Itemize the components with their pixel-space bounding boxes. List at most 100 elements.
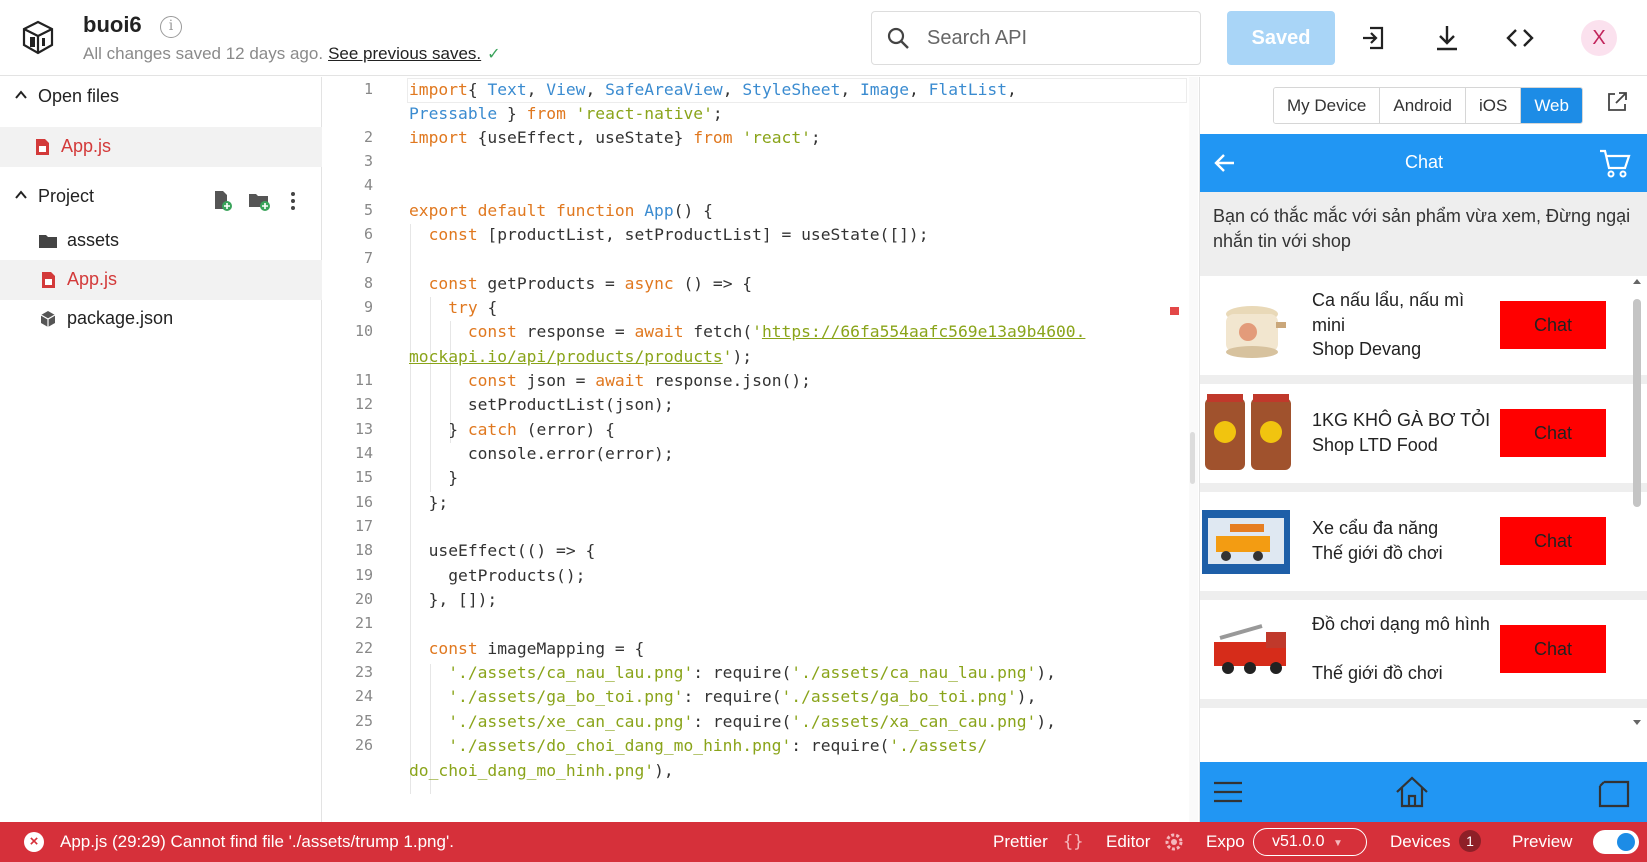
open-file-item[interactable]: App.js bbox=[0, 127, 322, 167]
see-previous-saves-link[interactable]: See previous saves. bbox=[328, 44, 481, 63]
line-number: 3 bbox=[363, 152, 373, 170]
product-image-crane-truck bbox=[1202, 510, 1290, 574]
editor-label[interactable]: Editor bbox=[1106, 832, 1150, 852]
import-icon[interactable] bbox=[1358, 22, 1390, 54]
expo-label[interactable]: Expo bbox=[1206, 832, 1245, 852]
product-card: Xe cẩu đa năng Thế giới đồ chơi Chat bbox=[1200, 492, 1647, 591]
error-icon[interactable]: × bbox=[24, 832, 44, 852]
search-box[interactable] bbox=[871, 11, 1201, 65]
check-icon: ✓ bbox=[487, 46, 501, 63]
line-number: 13 bbox=[354, 420, 373, 438]
save-status: All changes saved 12 days ago. See previo… bbox=[83, 44, 501, 64]
line-number: 23 bbox=[354, 663, 373, 681]
new-folder-icon[interactable] bbox=[248, 190, 270, 212]
line-number: 20 bbox=[354, 590, 373, 608]
chat-button[interactable]: Chat bbox=[1500, 625, 1606, 673]
code-line: import {useEffect, useState} from 'react… bbox=[409, 128, 821, 147]
line-number: 19 bbox=[354, 566, 373, 584]
chat-button[interactable]: Chat bbox=[1500, 517, 1606, 565]
line-number: 4 bbox=[363, 176, 373, 194]
open-files-section-header[interactable]: Open files bbox=[0, 77, 322, 117]
product-image-hotpot bbox=[1226, 306, 1286, 358]
preview-scrollbar-thumb[interactable] bbox=[1633, 299, 1641, 507]
code-line: './assets/ga_bo_toi.png': require('./ass… bbox=[409, 687, 1037, 706]
line-number: 10 bbox=[354, 322, 373, 340]
file-item-package-json[interactable]: package.json bbox=[0, 299, 322, 339]
code-line: } catch (error) { bbox=[409, 420, 615, 439]
more-options-icon[interactable] bbox=[287, 190, 299, 212]
avatar[interactable]: X bbox=[1581, 20, 1617, 56]
open-files-label: Open files bbox=[38, 86, 120, 106]
sdk-version-select[interactable]: v51.0.0 ▼ bbox=[1253, 828, 1367, 856]
chat-button[interactable]: Chat bbox=[1500, 301, 1606, 349]
file-item-label: package.json bbox=[67, 308, 174, 328]
line-number: 9 bbox=[363, 298, 373, 316]
line-number: 15 bbox=[354, 468, 373, 486]
code-line: try { bbox=[448, 298, 498, 317]
code-line: Pressable } from 'react-native'; bbox=[409, 104, 723, 123]
product-shop: Thế giới đồ chơi bbox=[1312, 663, 1443, 683]
code-line: './assets/xe_can_cau.png': require('./as… bbox=[409, 712, 1056, 731]
save-status-text: All changes saved 12 days ago. bbox=[83, 44, 324, 63]
code-line: useEffect(() => { bbox=[409, 541, 596, 560]
js-file-icon bbox=[36, 139, 49, 155]
tab-android[interactable]: Android bbox=[1380, 88, 1466, 123]
gear-icon[interactable] bbox=[1164, 832, 1184, 852]
code-line: const response = await fetch('https://66… bbox=[467, 322, 1086, 341]
file-item-appjs[interactable]: App.js bbox=[0, 260, 322, 300]
line-number: 22 bbox=[354, 639, 373, 657]
saved-button[interactable]: Saved bbox=[1227, 11, 1335, 65]
new-file-icon[interactable] bbox=[212, 190, 234, 212]
tab-web[interactable]: Web bbox=[1521, 88, 1582, 123]
line-number: 17 bbox=[354, 517, 373, 535]
code-line: getProducts(); bbox=[409, 566, 586, 585]
product-name: Ca nấu lẩu, nấu mì mini bbox=[1312, 290, 1465, 335]
code-line: console.error(error); bbox=[409, 444, 674, 463]
menu-icon[interactable] bbox=[1210, 774, 1246, 810]
download-icon[interactable] bbox=[1431, 22, 1463, 54]
tab-my-device[interactable]: My Device bbox=[1274, 88, 1381, 123]
cart-icon[interactable] bbox=[1598, 146, 1632, 180]
product-card: 1KG KHÔ GÀ BƠ TỎI Shop LTD Food Chat bbox=[1200, 384, 1647, 483]
return-icon[interactable] bbox=[1596, 774, 1632, 810]
product-image-dried-chicken bbox=[1205, 394, 1291, 470]
home-icon[interactable] bbox=[1394, 774, 1430, 810]
preview-panel: My Device Android iOS Web Chat Bạn có th… bbox=[1199, 77, 1647, 822]
line-number: 21 bbox=[354, 614, 373, 632]
prettier-braces-icon[interactable]: {} bbox=[1063, 832, 1083, 852]
code-line: const json = await response.json(); bbox=[467, 371, 811, 390]
code-line: import{ Text, View, SafeAreaView, StyleS… bbox=[409, 80, 1017, 99]
file-item-assets[interactable]: assets bbox=[0, 221, 322, 261]
status-bar: × App.js (29:29) Cannot find file './ass… bbox=[0, 822, 1647, 862]
preview-toggle[interactable] bbox=[1593, 830, 1639, 854]
project-label: Project bbox=[38, 186, 95, 206]
search-input[interactable] bbox=[927, 12, 1187, 64]
code-editor[interactable]: 1 2 3 4 5 6 7 8 9 10 11 12 13 14 15 16 1… bbox=[323, 77, 1198, 822]
project-title[interactable]: buoi6 bbox=[83, 12, 142, 38]
product-shop: Thế giới đồ chơi bbox=[1312, 543, 1443, 563]
tab-ios[interactable]: iOS bbox=[1465, 88, 1522, 123]
code-line: } bbox=[409, 468, 459, 487]
code-line: const imageMapping = { bbox=[428, 639, 645, 658]
preview-label[interactable]: Preview bbox=[1512, 832, 1572, 852]
app-notice-text: Bạn có thắc mắc với sản phẩm vừa xem, Đừ… bbox=[1213, 206, 1631, 251]
line-number: 11 bbox=[354, 371, 373, 389]
open-file-label: App.js bbox=[61, 136, 112, 156]
line-number: 8 bbox=[363, 274, 373, 292]
embed-code-icon[interactable] bbox=[1504, 22, 1536, 54]
code-line: setProductList(json); bbox=[409, 395, 674, 414]
project-section-header[interactable]: Project bbox=[0, 177, 322, 217]
line-number: 7 bbox=[363, 249, 373, 267]
snack-logo-icon[interactable] bbox=[18, 18, 58, 58]
prettier-label[interactable]: Prettier bbox=[993, 832, 1048, 852]
sdk-version-value: v51.0.0 bbox=[1272, 833, 1325, 850]
devices-label[interactable]: Devices bbox=[1390, 832, 1450, 852]
line-number: 12 bbox=[354, 395, 373, 413]
error-message[interactable]: App.js (29:29) Cannot find file './asset… bbox=[60, 832, 454, 852]
file-item-label: assets bbox=[67, 230, 120, 250]
chat-button[interactable]: Chat bbox=[1500, 409, 1606, 457]
editor-scrollbar-thumb[interactable] bbox=[1190, 432, 1195, 484]
info-icon[interactable]: i bbox=[160, 16, 182, 38]
open-external-icon[interactable] bbox=[1605, 90, 1629, 114]
package-icon bbox=[40, 311, 56, 327]
